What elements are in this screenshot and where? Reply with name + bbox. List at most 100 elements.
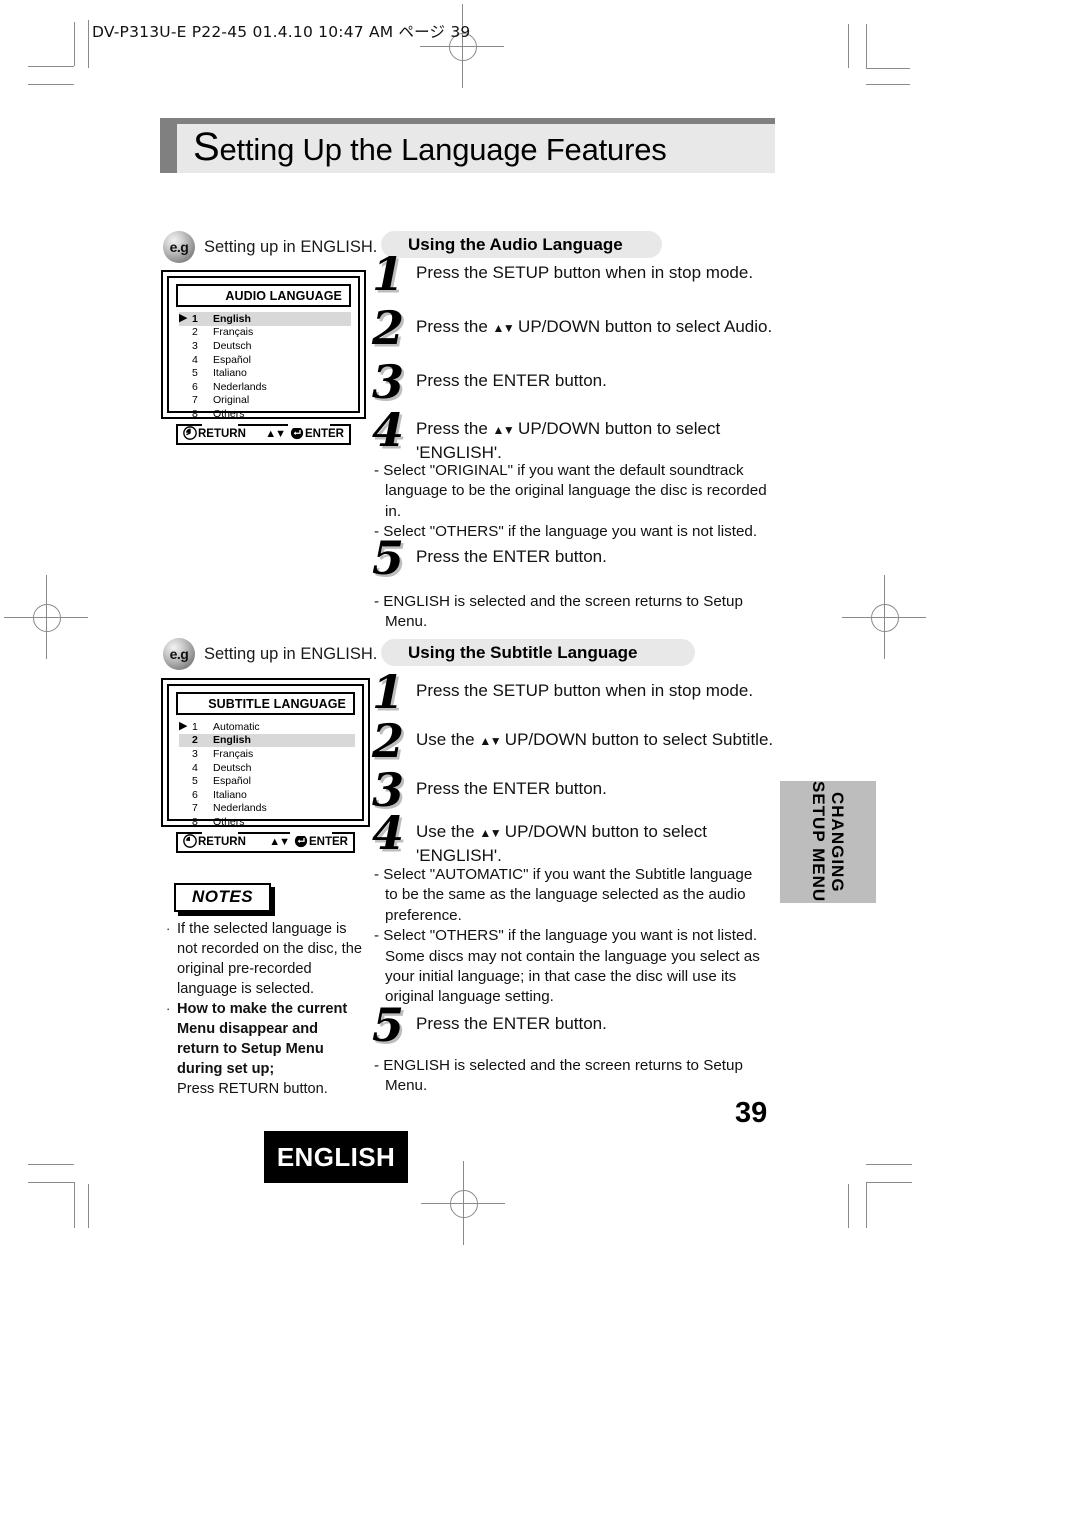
notes-bullet-icon: · <box>166 1001 171 1016</box>
audio-step-1: 1 Press the SETUP button when in stop mo… <box>372 251 772 297</box>
subtitle-note-automatic: - Select "AUTOMATIC" if you want the Sub… <box>374 866 753 924</box>
audio-step-4-notes: - Select "ORIGINAL" if you want the defa… <box>374 461 774 543</box>
audio-step-5: 5 Press the ENTER button. <box>372 535 772 581</box>
enter-icon <box>294 834 308 851</box>
osd-list-item[interactable]: 2 Français <box>179 326 351 340</box>
selection-arrow-icon: ▶ <box>179 312 188 325</box>
side-tab-label: CHANGING SETUP MENU <box>809 781 847 902</box>
subtitle-step-2: 2 Use the ▲▼ UP/DOWN button to select Su… <box>372 718 774 764</box>
osd-item-number: 5 <box>192 775 198 788</box>
audio-step-2: 2 Press the ▲▼ UP/DOWN button to select … <box>372 305 774 351</box>
audio-step-5-text: Press the ENTER button. <box>416 547 607 566</box>
osd-item-label: Español <box>213 775 251 788</box>
crop-mark-top-right-horizontal-b <box>866 84 910 85</box>
audio-step-3: 3 Press the ENTER button. <box>372 359 772 405</box>
audio-osd-enter: ▲▼ ENTER <box>265 426 344 443</box>
osd-item-number: 7 <box>192 802 198 815</box>
osd-item-label: Others <box>213 815 245 828</box>
osd-list-item[interactable]: 5 Italiano <box>179 366 351 380</box>
selection-arrow-icon: ▶ <box>179 720 188 733</box>
osd-item-label: Español <box>213 353 251 366</box>
osd-item-label: Italiano <box>213 367 247 380</box>
audio-step-1-text: Press the SETUP button when in stop mode… <box>416 263 754 282</box>
page-title: Setting Up the Language Features <box>160 118 775 173</box>
osd-list-item[interactable]: 6 Italiano <box>179 788 355 802</box>
subtitle-osd-return-label: RETURN <box>198 836 246 849</box>
osd-list-item[interactable]: 2 English <box>179 733 355 748</box>
osd-item-label: Original <box>213 394 250 407</box>
updown-arrows-icon: ▲▼ <box>265 428 286 441</box>
osd-list-item[interactable]: 4 Español <box>179 353 351 367</box>
updown-arrows-icon: ▲▼ <box>269 836 290 849</box>
updown-arrows-icon: ▲▼ <box>492 321 515 335</box>
osd-list-item[interactable]: 7 Original <box>179 394 351 408</box>
audio-section-heading: Using the Audio Language <box>381 231 662 258</box>
notes-body: · If the selected language is not record… <box>166 919 364 1099</box>
crop-mark-top-left-horizontal-a <box>28 66 74 67</box>
osd-item-label: Italiano <box>213 788 247 801</box>
return-icon <box>183 425 197 443</box>
crop-mark-top-right-inner-vertical <box>848 24 849 68</box>
audio-note-original: - Select "ORIGINAL" if you want the defa… <box>374 462 767 520</box>
subtitle-note-others: - Select "OTHERS" if the language you wa… <box>374 927 760 1006</box>
osd-item-label: Deutsch <box>213 339 252 352</box>
subtitle-osd-enter: ▲▼ ENTER <box>269 834 348 851</box>
audio-osd-title: AUDIO LANGUAGE <box>176 284 351 307</box>
osd-item-number: 4 <box>192 353 198 366</box>
subtitle-step-5-notes: - ENGLISH is selected and the screen ret… <box>374 1056 766 1097</box>
notes-bullet-icon: · <box>166 921 171 936</box>
subtitle-note-english-selected: - ENGLISH is selected and the screen ret… <box>374 1057 743 1095</box>
osd-list-item[interactable]: 8 Others <box>179 815 355 829</box>
crop-mark-top-right-horizontal-a <box>866 68 910 69</box>
osd-item-number: 6 <box>192 380 198 393</box>
subtitle-step-3: 3 Press the ENTER button. <box>372 767 772 813</box>
enter-icon <box>290 426 304 443</box>
osd-list-item[interactable]: 4 Deutsch <box>179 761 355 775</box>
osd-item-number: 2 <box>192 734 198 747</box>
subtitle-step-2-number: 2 <box>372 714 405 768</box>
notes-item-text: If the selected language is not recorded… <box>177 921 362 997</box>
osd-item-label: Nederlands <box>213 380 267 393</box>
notes-tail-text: Press RETURN button. <box>177 1081 328 1097</box>
updown-arrows-icon: ▲▼ <box>479 734 501 748</box>
osd-list-item[interactable]: 3 Français <box>179 747 355 761</box>
subtitle-example-caption-row: e.g Setting up in ENGLISH. <box>163 638 377 670</box>
subtitle-step-5-text: Press the ENTER button. <box>416 1014 607 1033</box>
audio-note-english-selected: - ENGLISH is selected and the screen ret… <box>374 593 743 631</box>
subtitle-step-5: 5 Press the ENTER button. <box>372 1002 772 1048</box>
osd-list-item[interactable]: 7 Nederlands <box>179 802 355 816</box>
osd-item-number: 2 <box>192 326 198 339</box>
audio-note-others: - Select "OTHERS" if the language you wa… <box>374 523 758 541</box>
osd-item-label: Automatic <box>213 720 260 733</box>
audio-step-3-text: Press the ENTER button. <box>416 371 607 390</box>
eg-badge-icon: e.g <box>163 231 195 263</box>
language-badge-label: ENGLISH <box>276 1141 396 1172</box>
notes-header: NOTES <box>174 883 272 912</box>
osd-item-label: Deutsch <box>213 761 252 774</box>
crop-mark-top-left-horizontal-b <box>28 84 74 85</box>
eg-badge-icon: e.g <box>163 638 195 670</box>
side-tab-changing-setup-menu: CHANGING SETUP MENU <box>780 781 876 903</box>
subtitle-osd-enter-label: ENTER <box>309 836 348 849</box>
osd-item-number: 6 <box>192 788 198 801</box>
osd-item-label: English <box>213 734 251 747</box>
osd-list-item[interactable]: 5 Español <box>179 774 355 788</box>
audio-osd-return-label: RETURN <box>198 428 246 441</box>
osd-item-label: Français <box>213 747 254 760</box>
crop-mark-bottom-left-horizontal-a <box>28 1164 74 1165</box>
crop-mark-top-left-vertical <box>74 22 75 66</box>
notes-item: · If the selected language is not record… <box>166 919 364 999</box>
subtitle-step-3-text: Press the ENTER button. <box>416 779 607 798</box>
osd-list-item[interactable]: ▶ 1 English <box>179 312 351 326</box>
return-icon <box>183 833 197 851</box>
osd-item-number: 8 <box>192 815 198 828</box>
subtitle-osd-footer: RETURN ▲▼ ENTER <box>176 831 355 853</box>
osd-list-item[interactable]: ▶ 1 Automatic <box>179 720 355 734</box>
osd-item-label: Français <box>213 326 254 339</box>
osd-list-item[interactable]: 6 Nederlands <box>179 380 351 394</box>
osd-list-item[interactable]: 3 Deutsch <box>179 339 351 353</box>
side-tab-line1: CHANGING <box>828 791 848 893</box>
audio-osd-footer: RETURN ▲▼ ENTER <box>176 423 351 445</box>
subtitle-step-4-text: Use the ▲▼ UP/DOWN button to select 'ENG… <box>416 822 707 865</box>
osd-list-item[interactable]: 8 Others <box>179 407 351 421</box>
